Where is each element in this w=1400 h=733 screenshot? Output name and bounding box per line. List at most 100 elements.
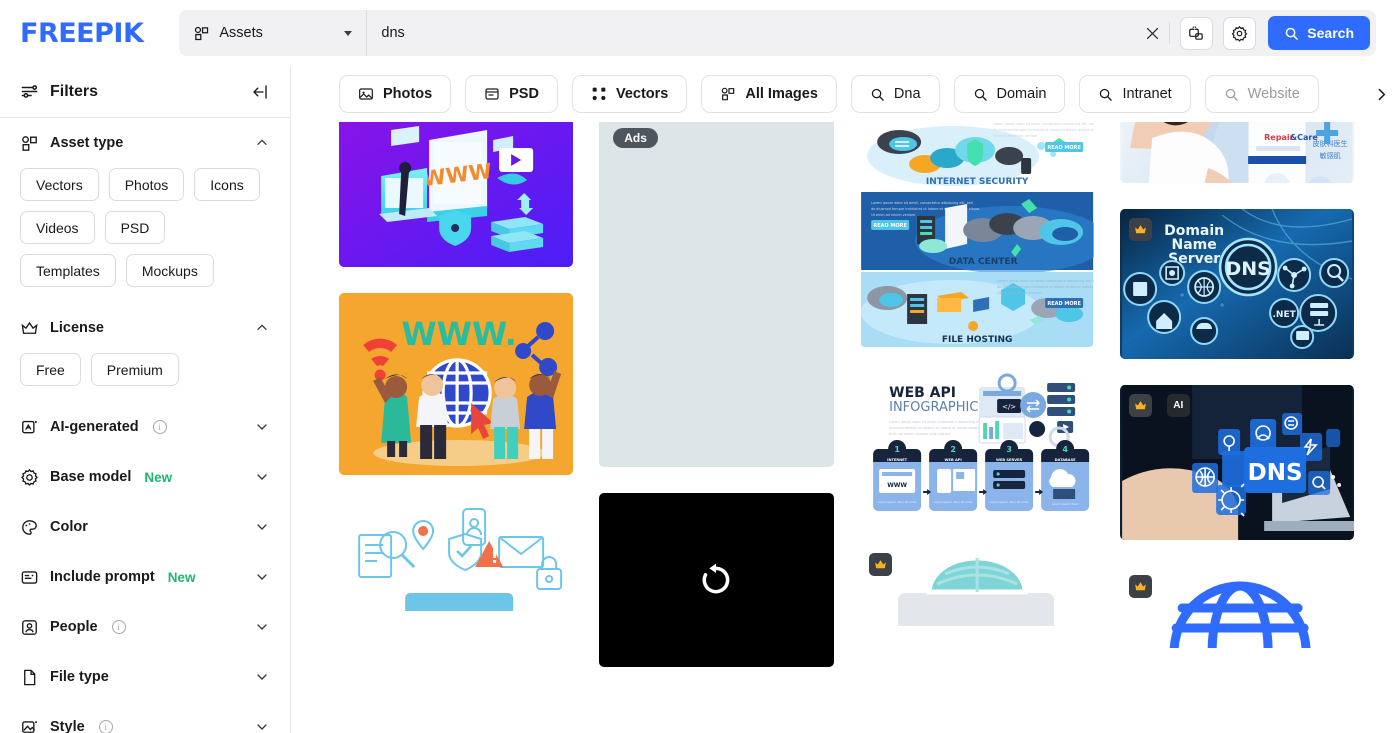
filters-icon bbox=[20, 82, 39, 101]
filter-section-header-file-type[interactable]: File type bbox=[20, 652, 270, 702]
result-card-gdpr-outline[interactable]: GDPR bbox=[339, 501, 574, 611]
filter-chip-premium[interactable]: Premium bbox=[90, 353, 179, 386]
filter-chip-icons[interactable]: Icons bbox=[194, 168, 260, 201]
svg-text:1: 1 bbox=[894, 445, 900, 454]
filter-section-label-ai-generated: AI-generated bbox=[50, 419, 139, 435]
svg-text:Lorem ipsum dolor sit amet, co: Lorem ipsum dolor sit amet, consectetur … bbox=[993, 122, 1094, 126]
pill-suggestion-website[interactable]: Website bbox=[1204, 75, 1319, 113]
collapse-left-icon[interactable] bbox=[250, 83, 270, 101]
result-card-globe-dome-icon[interactable] bbox=[859, 544, 1094, 626]
filter-chip-vectors[interactable]: Vectors bbox=[20, 168, 99, 201]
svg-text:READ MORE: READ MORE bbox=[1047, 301, 1081, 307]
ai-image-icon bbox=[20, 418, 39, 437]
chevron-right-icon[interactable] bbox=[1368, 81, 1394, 107]
filter-section-header-people[interactable]: People i bbox=[20, 602, 270, 652]
result-card-isometric-banners[interactable]: Lorem ipsum dolor sit amet, consectetur … bbox=[859, 122, 1094, 347]
filter-chip-templates[interactable]: Templates bbox=[20, 254, 116, 287]
search-icon bbox=[1224, 87, 1239, 102]
filter-section-header-color[interactable]: Color bbox=[20, 502, 270, 552]
filter-section-header-ai-generated[interactable]: AI-generated i bbox=[20, 402, 270, 452]
search-button[interactable]: Search bbox=[1268, 16, 1370, 50]
psd-icon bbox=[484, 86, 500, 102]
chevron-down-icon bbox=[254, 719, 270, 733]
pill-suggestion-intranet[interactable]: Intranet bbox=[1079, 75, 1191, 113]
grid-column-2: SECURE PAYMENTSONLY ONLY CONNECT TOTRUST… bbox=[599, 122, 834, 667]
filter-section-header-style[interactable]: Style i bbox=[20, 702, 270, 733]
ai-badge: AI bbox=[1166, 394, 1190, 417]
filter-section-license: License Free Premium bbox=[0, 303, 290, 402]
filter-section-ai-generated: AI-generated i bbox=[0, 402, 290, 452]
replay-icon[interactable] bbox=[696, 560, 736, 600]
info-icon[interactable]: i bbox=[152, 420, 167, 434]
pill-photos[interactable]: Photos bbox=[339, 75, 452, 113]
filter-section-header-license[interactable]: License bbox=[20, 303, 270, 353]
filter-chip-videos[interactable]: Videos bbox=[20, 211, 95, 244]
chevron-down-icon bbox=[254, 469, 270, 485]
results-grid-scroll[interactable]: WWW WWW. Ads Lorem ipsum dolor sit amet,… bbox=[291, 122, 1400, 733]
chevron-down-icon bbox=[254, 619, 270, 635]
filter-chip-mockups[interactable]: Mockups bbox=[125, 254, 214, 287]
svg-text:DNS: DNS bbox=[1247, 460, 1302, 486]
result-card-dns-laptop-photo[interactable]: AI DNS bbox=[1119, 385, 1354, 540]
search-input[interactable] bbox=[381, 25, 1122, 41]
search-bar: Assets dns Search bbox=[179, 10, 1376, 56]
info-icon[interactable]: i bbox=[98, 720, 113, 733]
filter-section-header-base-model[interactable]: Base model New bbox=[20, 452, 270, 502]
svg-text:2: 2 bbox=[950, 445, 956, 454]
result-card-www-people-orange[interactable]: WWW. bbox=[339, 293, 574, 475]
result-card-www-isometric-purple[interactable]: WWW bbox=[339, 122, 574, 267]
chevron-down-icon bbox=[254, 519, 270, 535]
filter-chip-free[interactable]: Free bbox=[20, 353, 81, 386]
filter-section-color: Color bbox=[0, 502, 290, 552]
filter-section-header-include-prompt[interactable]: Include prompt New bbox=[20, 552, 270, 602]
pill-vectors[interactable]: Vectors bbox=[571, 75, 688, 113]
svg-text:Ut enim ad minim veniam.: Ut enim ad minim veniam. bbox=[871, 213, 916, 217]
search-icon bbox=[973, 87, 988, 102]
clear-search-button[interactable] bbox=[1135, 10, 1169, 56]
result-card-blue-globe-icon[interactable] bbox=[1119, 566, 1354, 648]
result-card-video-replay[interactable] bbox=[599, 493, 834, 667]
svg-text:INTERNET: INTERNET bbox=[887, 458, 907, 462]
pill-all-images[interactable]: All Images bbox=[701, 75, 837, 113]
image-search-icon[interactable] bbox=[1180, 16, 1214, 50]
svg-text:INTERNET SECURITY: INTERNET SECURITY bbox=[925, 177, 1028, 187]
result-card-ads-slot[interactable]: Ads bbox=[599, 122, 834, 467]
svg-text:Lorem ipsum dolor: Lorem ipsum dolor bbox=[1052, 502, 1079, 506]
filter-section-header-asset-type[interactable]: Asset type bbox=[20, 118, 270, 168]
filters-sidebar: Filters Asset type Vectors Photos Icons Vide… bbox=[0, 66, 291, 733]
chevron-up-icon bbox=[254, 135, 270, 151]
info-icon[interactable]: i bbox=[111, 620, 126, 634]
assets-icon bbox=[20, 134, 39, 153]
pill-suggestion-intranet-label: Intranet bbox=[1122, 86, 1172, 102]
pill-suggestion-domain[interactable]: Domain bbox=[953, 75, 1066, 113]
new-tag-base-model: New bbox=[144, 469, 173, 485]
filter-chip-photos[interactable]: Photos bbox=[108, 168, 185, 201]
chevron-down-icon bbox=[254, 419, 270, 435]
svg-text:FILE HOSTING: FILE HOSTING bbox=[941, 335, 1012, 345]
svg-text:INFOGRAPHIC: INFOGRAPHIC bbox=[889, 400, 978, 415]
svg-text:Lorem ipsum dolor sit amet: Lorem ipsum dolor sit amet bbox=[877, 500, 916, 504]
freepik-logo[interactable]: FREEPIK bbox=[20, 18, 144, 49]
result-card-nivea-cosmetic-ad[interactable]: NIVEA 深层清洁 温和不刺激 保湿滋润舒缓肌肤 Repair &Care bbox=[1119, 122, 1354, 183]
result-card-domain-name-server-gears[interactable]: Domain Name Server DNS .NET bbox=[1119, 209, 1354, 359]
filter-section-label-file-type: File type bbox=[50, 669, 109, 685]
filter-section-style: Style i bbox=[0, 702, 290, 733]
search-icon bbox=[1284, 26, 1299, 41]
result-card-web-api-infographic[interactable]: WEB API INFOGRAPHIC Lorem ipsum dolor si… bbox=[859, 373, 1094, 518]
filter-section-asset-type: Asset type Vectors Photos Icons Videos PSD Tem… bbox=[0, 118, 290, 303]
filter-chip-psd[interactable]: PSD bbox=[104, 211, 166, 244]
pill-suggestion-dna[interactable]: Dna bbox=[850, 75, 940, 113]
search-icon bbox=[1098, 87, 1113, 102]
page-body: Filters Asset type Vectors Photos Icons Vide… bbox=[0, 66, 1400, 733]
premium-crown-icon bbox=[1128, 575, 1152, 598]
top-header: FREEPIK Assets dns Search bbox=[0, 0, 1400, 66]
palette-icon bbox=[20, 518, 39, 537]
svg-text:WEB SERVER: WEB SERVER bbox=[996, 458, 1022, 462]
gear-icon[interactable] bbox=[1223, 16, 1257, 50]
vectors-icon bbox=[591, 86, 607, 102]
svg-text:do eiusmod tempor incididunt u: do eiusmod tempor incididunt ut labore e… bbox=[997, 285, 1094, 289]
results-grid: WWW WWW. Ads Lorem ipsum dolor sit amet,… bbox=[339, 122, 1354, 667]
svg-text:DNS: DNS bbox=[1225, 258, 1270, 280]
asset-type-selector[interactable]: Assets bbox=[179, 10, 368, 56]
pill-psd[interactable]: PSD bbox=[465, 75, 558, 113]
